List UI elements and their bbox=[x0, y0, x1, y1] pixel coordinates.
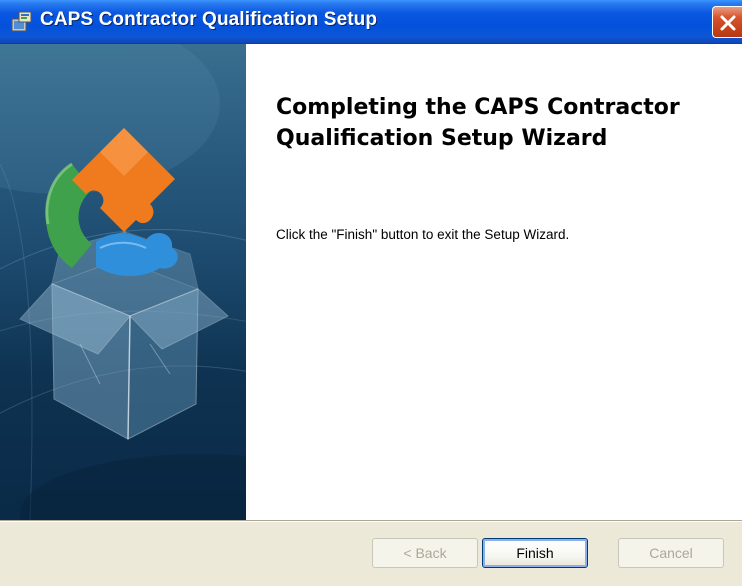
window-title: CAPS Contractor Qualification Setup bbox=[40, 9, 378, 30]
wizard-content: Completing the CAPS Contractor Qualifica… bbox=[246, 44, 742, 520]
footer-divider-highlight bbox=[0, 521, 742, 522]
wizard-banner bbox=[0, 44, 246, 520]
close-icon bbox=[720, 15, 736, 31]
finish-button[interactable]: Finish bbox=[482, 538, 588, 568]
cancel-button[interactable]: Cancel bbox=[618, 538, 724, 568]
title-bar[interactable]: CAPS Contractor Qualification Setup bbox=[0, 0, 742, 44]
page-heading: Completing the CAPS Contractor Qualifica… bbox=[276, 95, 680, 151]
setup-wizard-window: CAPS Contractor Qualification Setup Comp… bbox=[0, 0, 742, 586]
back-button[interactable]: < Back bbox=[372, 538, 478, 568]
instruction-text: Click the "Finish" button to exit the Se… bbox=[276, 227, 570, 242]
installer-icon bbox=[10, 10, 34, 34]
puzzle-box-illustration bbox=[0, 44, 246, 520]
close-button[interactable] bbox=[712, 6, 742, 38]
